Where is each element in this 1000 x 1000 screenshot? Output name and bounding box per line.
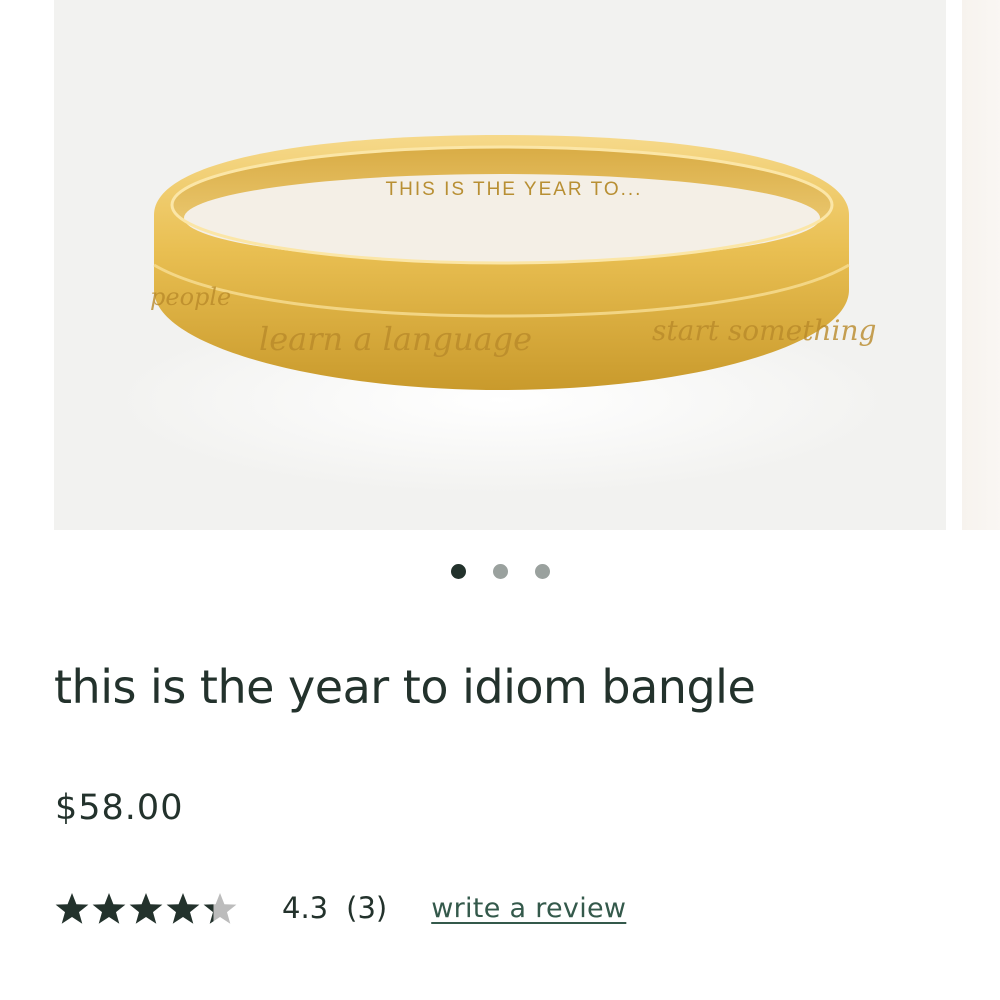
carousel-dot-2[interactable] (492, 564, 508, 579)
engraving-outer-1: people (150, 283, 231, 311)
star-icon (202, 891, 238, 926)
carousel-slide-active[interactable]: THIS IS THE YEAR TO... people learn a la… (54, 0, 946, 530)
star-icon (91, 891, 127, 926)
engraving-outer-3: start something (652, 314, 876, 347)
star-icon (165, 891, 201, 926)
star-icon (128, 891, 164, 926)
carousel-slide-next-peek[interactable] (962, 0, 1000, 530)
product-title: this is the year to idiom bangle (54, 660, 756, 714)
product-price: $58.00 (55, 788, 184, 828)
product-image-bangle: THIS IS THE YEAR TO... people learn a la… (112, 135, 892, 495)
rating-value: 4.3 (282, 891, 329, 925)
review-count: (3) (346, 891, 388, 925)
star-icon (54, 891, 90, 926)
carousel-dot-1[interactable] (450, 564, 466, 579)
engraving-outer-2: learn a language (259, 320, 532, 358)
star-rating (54, 891, 238, 926)
write-a-review-link[interactable]: write a review (431, 893, 626, 924)
rating-summary: 4.3 (3) write a review (54, 885, 626, 931)
carousel-pagination (0, 564, 1000, 582)
engraving-inner-text: THIS IS THE YEAR TO... (386, 179, 643, 200)
product-image-carousel[interactable]: THIS IS THE YEAR TO... people learn a la… (0, 0, 1000, 540)
carousel-dot-3[interactable] (534, 564, 550, 579)
